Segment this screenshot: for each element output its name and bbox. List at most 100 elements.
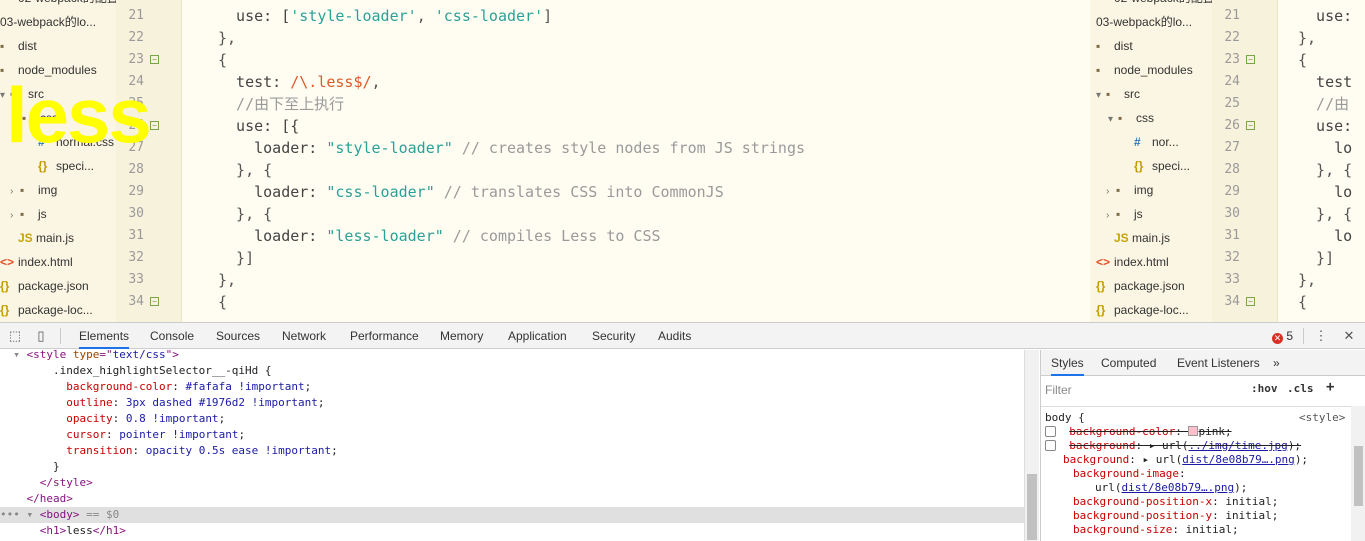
dom-node-line[interactable]: background-color: #fafafa !important; [0, 379, 1024, 395]
toggle-checkbox[interactable] [1045, 440, 1056, 451]
styles-filter-input[interactable] [1045, 380, 1245, 400]
code-line[interactable]: }] [218, 247, 254, 269]
tree-item[interactable]: ▾ ▪ src [1096, 82, 1140, 106]
background-url-link[interactable]: dist/8e08b79….png [1182, 453, 1295, 466]
styles-tab-event-listeners[interactable]: Event Listeners [1177, 350, 1260, 376]
close-devtools-icon[interactable]: ✕ [1340, 327, 1358, 345]
tree-item[interactable]: {} package-loc... [1096, 298, 1189, 322]
code-line[interactable]: { [1298, 49, 1307, 71]
more-options-icon[interactable]: ⋮ [1312, 327, 1330, 345]
tree-item[interactable]: <> index.html [0, 250, 73, 274]
styles-tab-computed[interactable]: Computed [1101, 350, 1156, 376]
code-line[interactable]: use: [1298, 115, 1352, 137]
fold-toggle-icon[interactable]: − [150, 297, 159, 306]
code-line[interactable]: }, [1298, 269, 1316, 291]
code-line[interactable]: }, { [218, 203, 272, 225]
chevron-right-icon[interactable]: › [10, 204, 20, 228]
code-line[interactable]: }, [218, 27, 236, 49]
fold-toggle-icon[interactable]: − [150, 121, 159, 130]
tree-item[interactable]: # nor... [1134, 130, 1179, 154]
rule-source-link[interactable]: <style> [1299, 411, 1345, 425]
device-toolbar-icon[interactable]: ▯ [32, 327, 50, 345]
code-line[interactable]: use: [{ [218, 115, 299, 137]
code-line[interactable]: loader: "style-loader" // creates style … [218, 137, 805, 159]
tree-item[interactable]: {} package-loc... [0, 298, 93, 322]
tree-item[interactable]: JS main.js [1114, 226, 1170, 250]
fold-toggle-icon[interactable]: − [1246, 297, 1255, 306]
dom-node-line[interactable]: </style> [0, 475, 1024, 491]
tree-item[interactable]: › ▪ js [1106, 202, 1143, 226]
code-line[interactable]: }, [1298, 27, 1316, 49]
elements-scrollbar[interactable] [1024, 350, 1039, 541]
tab-application[interactable]: Application [508, 323, 567, 349]
hover-state-toggle[interactable]: :hov [1251, 382, 1278, 395]
tab-memory[interactable]: Memory [440, 323, 483, 349]
tab-elements[interactable]: Elements [79, 323, 130, 349]
tab-audits[interactable]: Audits [658, 323, 691, 349]
code-line[interactable]: }, { [1298, 159, 1352, 181]
code-line[interactable]: { [218, 291, 227, 313]
styles-scrollbar[interactable] [1351, 406, 1365, 541]
code-line[interactable]: test: /\.less$/, [218, 71, 381, 93]
code-line[interactable]: use: ['style-loader', 'css-loader'] [218, 5, 552, 27]
code-line[interactable]: }, { [218, 159, 272, 181]
styles-tab-more[interactable]: » [1273, 350, 1280, 376]
code-line[interactable]: lo [1298, 181, 1352, 203]
dom-node-line[interactable]: opacity: 0.8 !important; [0, 411, 1024, 427]
scrollbar-thumb[interactable] [1027, 474, 1037, 540]
tree-item[interactable]: {} speci... [1134, 154, 1190, 178]
fold-toggle-icon[interactable]: − [150, 55, 159, 64]
chevron-right-icon[interactable]: › [1106, 180, 1116, 204]
dom-node-selected[interactable]: ••• ▾ <body> == $0 [0, 507, 1024, 523]
code-line[interactable]: loader: "less-loader" // compiles Less t… [218, 225, 660, 247]
class-toggle[interactable]: .cls [1287, 382, 1314, 395]
tree-item[interactable]: ▪ node_modules [1096, 58, 1193, 82]
tree-item[interactable]: {} package.json [0, 274, 89, 298]
tree-item[interactable]: 03-webpack的lo... [1096, 10, 1192, 34]
code-line[interactable]: { [1298, 291, 1307, 313]
tab-sources[interactable]: Sources [216, 323, 260, 349]
tree-item[interactable]: <> index.html [1096, 250, 1169, 274]
tree-item[interactable]: ▪ dist [0, 34, 37, 58]
scrollbar-thumb[interactable] [1354, 446, 1363, 506]
fold-toggle-icon[interactable]: − [1246, 121, 1255, 130]
tree-item[interactable]: ▪ dist [1096, 34, 1133, 58]
color-swatch[interactable] [1188, 426, 1199, 436]
background-image-url-link[interactable]: dist/8e08b79….png [1122, 481, 1235, 494]
chevron-right-icon[interactable]: › [1106, 204, 1116, 228]
dom-node-line[interactable]: transition: opacity 0.5s ease !important… [0, 443, 1024, 459]
tab-performance[interactable]: Performance [350, 323, 419, 349]
background-url-link[interactable]: ../img/time.jpg [1188, 439, 1287, 452]
dom-node-line[interactable]: ▾ <style type="text/css"> [0, 350, 1024, 363]
styles-tab-styles[interactable]: Styles [1051, 350, 1084, 376]
dom-node-line[interactable]: .index_highlightSelector__-qiHd { [0, 363, 1024, 379]
dom-node-line[interactable]: cursor: pointer !important; [0, 427, 1024, 443]
chevron-right-icon[interactable]: › [10, 180, 20, 204]
tree-item[interactable]: {} package.json [1096, 274, 1185, 298]
code-line[interactable]: //由 [1298, 93, 1349, 115]
dom-node-line[interactable]: outline: 3px dashed #1976d2 !important; [0, 395, 1024, 411]
tree-item[interactable]: › ▪ img [1106, 178, 1153, 202]
tree-item[interactable]: 03-webpack的lo... [0, 10, 96, 34]
code-line[interactable]: }, { [1298, 203, 1352, 225]
fold-toggle-icon[interactable]: − [1246, 55, 1255, 64]
tree-item[interactable]: › ▪ js [10, 202, 47, 226]
code-line[interactable]: }] [1298, 247, 1334, 269]
dom-node-line[interactable]: </head> [0, 491, 1024, 507]
elements-dom-tree[interactable]: ▾ <style type="text/css"> .index_highlig… [0, 350, 1024, 541]
code-line[interactable]: }, [218, 269, 236, 291]
code-line[interactable]: lo [1298, 137, 1352, 159]
dom-node-line[interactable]: <h1>less</h1> [0, 523, 1024, 539]
code-line[interactable]: test [1298, 71, 1352, 93]
toggle-checkbox[interactable] [1045, 426, 1056, 437]
dom-node-line[interactable]: } [0, 459, 1024, 475]
inspect-element-icon[interactable]: ⬚ [6, 327, 24, 345]
tree-item[interactable]: › ▪ img [10, 178, 57, 202]
code-line[interactable]: use: [1298, 5, 1352, 27]
tree-item[interactable]: 02-webpack的配置 [1114, 0, 1212, 10]
tree-item[interactable]: 02-webpack的配置 [18, 0, 116, 10]
tree-item[interactable]: JS main.js [18, 226, 74, 250]
code-line[interactable]: lo [1298, 225, 1352, 247]
chevron-down-icon[interactable]: ▾ [1096, 84, 1106, 108]
new-rule-button[interactable]: + [1326, 379, 1334, 395]
